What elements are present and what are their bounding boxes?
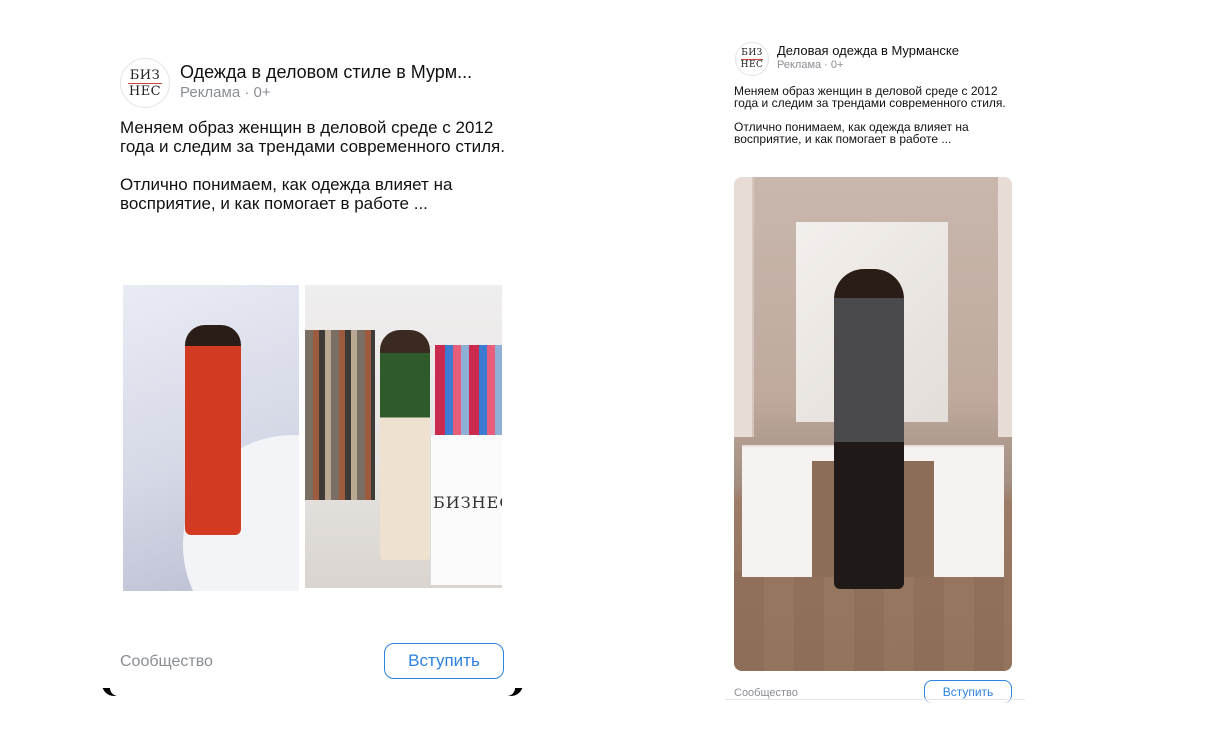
- photo-person: [185, 325, 241, 535]
- photo-person: [834, 269, 904, 589]
- ad-label: Реклама · 0+: [180, 84, 271, 101]
- photo-brand-sign: БИЗНЕС: [433, 493, 502, 512]
- join-button[interactable]: Вступить: [384, 643, 504, 679]
- card-corner: [102, 44, 108, 50]
- photo-person: [380, 330, 430, 560]
- ad-photo-red-suit[interactable]: [123, 285, 299, 591]
- community-label: Сообщество: [734, 687, 798, 699]
- photo-shelf: [734, 177, 754, 437]
- photo-shelf: [998, 177, 1012, 437]
- ad-text[interactable]: Меняем образ женщин в деловой среде с 20…: [734, 85, 1019, 157]
- community-avatar[interactable]: БИЗ НЕС: [120, 58, 170, 108]
- photo-clothing-rack: [435, 345, 502, 435]
- ad-text-paragraph: Меняем образ женщин в деловой среде с 20…: [734, 84, 1006, 110]
- photo-clothing-rack: [305, 330, 375, 500]
- avatar-text-line1: БИЗ: [129, 67, 161, 83]
- community-avatar[interactable]: БИЗ НЕС: [735, 42, 769, 76]
- divider: [725, 699, 1025, 700]
- ad-label: Реклама · 0+: [777, 59, 844, 71]
- avatar-text-line2: НЕС: [740, 59, 764, 70]
- community-title[interactable]: Деловая одежда в Мурманске: [777, 43, 959, 58]
- ad-text-paragraph: Меняем образ женщин в деловой среде с 20…: [120, 118, 505, 156]
- ad-text[interactable]: Меняем образ женщин в деловой среде с 20…: [120, 118, 510, 232]
- card-bottom-edge: [102, 688, 523, 696]
- ad-photo-boutique[interactable]: БИЗНЕС: [305, 285, 502, 588]
- ad-photo-office[interactable]: [734, 177, 1012, 671]
- community-title[interactable]: Одежда в деловом стиле в Мурм...: [180, 62, 510, 83]
- card-corner: [517, 44, 523, 50]
- avatar-text-line2: НЕС: [128, 83, 162, 99]
- ad-text-paragraph: Отлично понимаем, как одежда влияет на в…: [734, 120, 969, 146]
- community-label: Сообщество: [120, 653, 213, 670]
- ad-text-paragraph: Отлично понимаем, как одежда влияет на в…: [120, 175, 453, 213]
- ad-card-left: БИЗ НЕС Одежда в деловом стиле в Мурм...…: [102, 44, 523, 696]
- ad-card-right: БИЗ НЕС Деловая одежда в Мурманске Рекла…: [725, 36, 1025, 703]
- avatar-text-line1: БИЗ: [741, 47, 763, 58]
